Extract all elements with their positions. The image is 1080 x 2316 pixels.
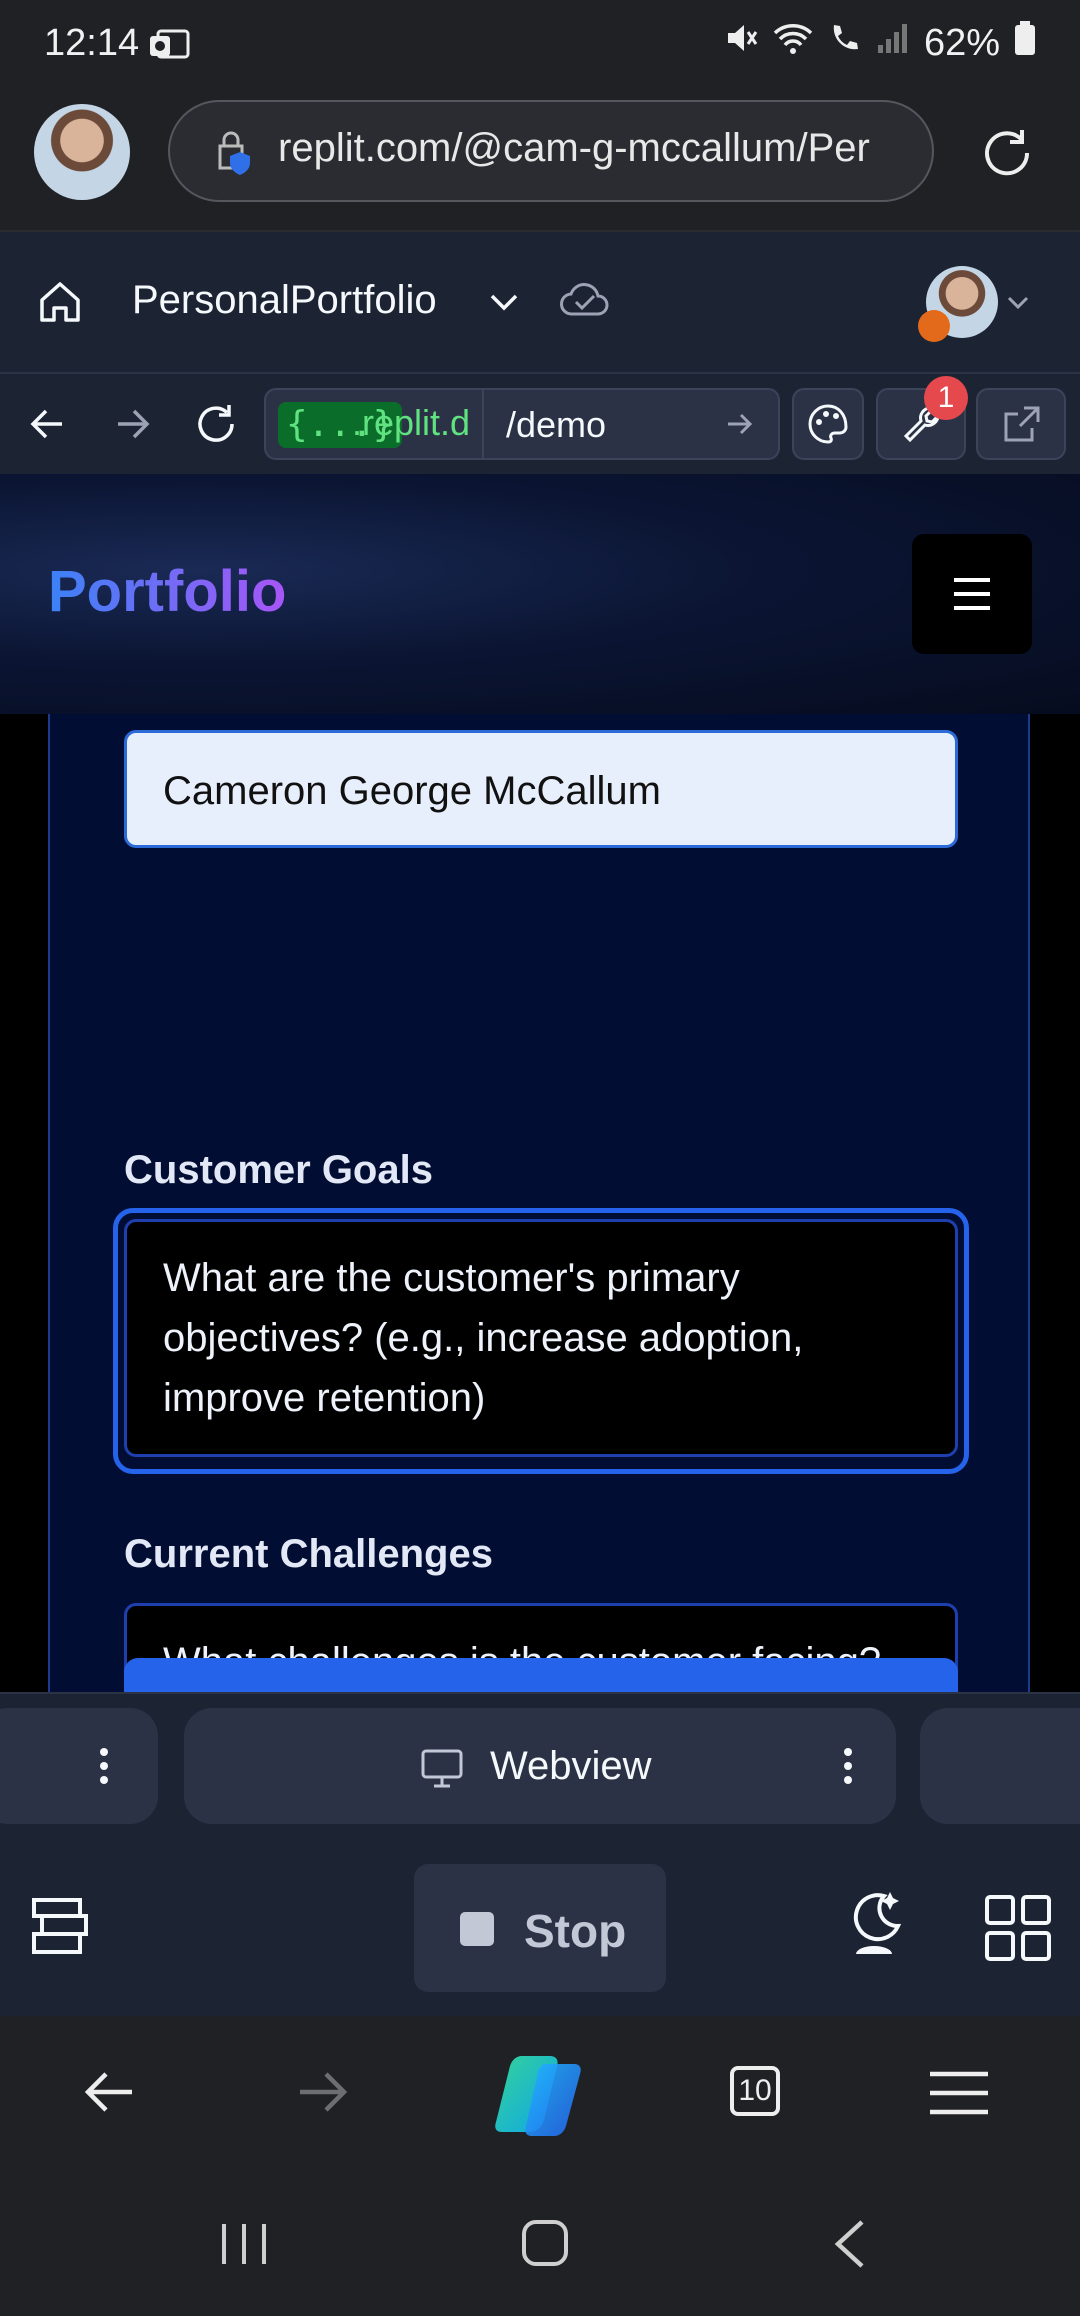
- dev-domain: .replit.d: [352, 402, 471, 443]
- stop-button[interactable]: Stop: [414, 1864, 666, 1992]
- home-icon[interactable]: [36, 278, 84, 331]
- tab-count[interactable]: 10: [730, 2066, 780, 2116]
- submit-button[interactable]: [124, 1658, 958, 1692]
- workspace-layers-icon[interactable]: [28, 1894, 92, 1963]
- divider: [482, 390, 484, 458]
- wifi-calling-icon: [828, 21, 862, 65]
- browser-back-icon[interactable]: [82, 2068, 136, 2121]
- outlook-icon: [148, 28, 190, 67]
- copilot-icon[interactable]: [492, 2050, 588, 2145]
- system-nav-bar: [0, 2172, 1080, 2316]
- refresh-icon[interactable]: [192, 400, 240, 453]
- home-button-icon[interactable]: [520, 2218, 570, 2273]
- battery-icon: [1014, 20, 1036, 66]
- back-icon[interactable]: [26, 402, 70, 451]
- address-bar[interactable]: replit.com/@cam-g-mccallum/Per: [168, 100, 934, 202]
- project-name[interactable]: PersonalPortfolio: [132, 278, 437, 323]
- form-card: Cameron George McCallum Customer Goals W…: [48, 714, 1030, 1692]
- devtools-badge: 1: [924, 376, 968, 420]
- tab-webview[interactable]: Webview: [184, 1708, 896, 1824]
- devtools-button[interactable]: 1: [876, 376, 968, 460]
- clock: 12:14: [44, 22, 140, 64]
- browser-toolbar: replit.com/@cam-g-mccallum/Per: [0, 92, 1080, 232]
- recent-apps-icon[interactable]: [220, 2220, 268, 2273]
- replit-bottom-bar: Stop: [0, 1840, 1080, 2016]
- chevron-down-icon[interactable]: [486, 284, 522, 325]
- path-input[interactable]: /demo: [506, 404, 606, 446]
- tab-options-icon[interactable]: [842, 1746, 854, 1791]
- palette-icon: [806, 402, 850, 451]
- stop-label: Stop: [524, 1905, 627, 1957]
- hamburger-icon: [952, 576, 992, 617]
- goals-textarea[interactable]: What are the customer's primary objectiv…: [124, 1219, 958, 1457]
- status-icons: 62%: [724, 20, 1036, 66]
- name-field[interactable]: Cameron George McCallum: [124, 730, 958, 848]
- stop-icon: [460, 1912, 494, 1946]
- tab-options-icon[interactable]: [98, 1746, 110, 1791]
- webview-toolbar: {...} .replit.d /demo 1: [0, 374, 1080, 476]
- ai-assistant-icon[interactable]: [844, 1888, 908, 1965]
- account-chevron-icon[interactable]: [1004, 288, 1032, 321]
- replit-header: PersonalPortfolio: [0, 232, 1080, 374]
- open-new-tab-button[interactable]: [976, 388, 1066, 460]
- webview-content: Cameron George McCallum Customer Goals W…: [0, 474, 1080, 1692]
- profile-avatar[interactable]: [34, 104, 130, 200]
- theme-button[interactable]: [792, 388, 864, 460]
- go-arrow-icon[interactable]: [724, 408, 756, 445]
- system-back-icon[interactable]: [830, 2218, 870, 2275]
- monitor-icon: [420, 1746, 464, 1795]
- challenges-label: Current Challenges: [124, 1532, 493, 1576]
- tab-previous[interactable]: [0, 1708, 158, 1824]
- tab-label: Webview: [490, 1744, 652, 1788]
- menu-button[interactable]: [912, 534, 1032, 654]
- mute-icon: [724, 21, 758, 65]
- tab-next[interactable]: [920, 1708, 1080, 1824]
- battery-percent: 62%: [923, 21, 1000, 64]
- status-bar: 12:14 62%: [0, 0, 1080, 92]
- forward-icon[interactable]: [110, 402, 154, 451]
- replit-tab-strip: Webview: [0, 1692, 1080, 1842]
- external-link-icon: [1002, 404, 1042, 449]
- site-header: Portfolio: [0, 474, 1080, 714]
- url-text: replit.com/@cam-g-mccallum/Per: [278, 126, 870, 170]
- cloud-saved-icon: [558, 280, 610, 325]
- site-logo[interactable]: Portfolio: [48, 558, 286, 625]
- wifi-icon: [772, 21, 814, 65]
- status-badge: [918, 310, 950, 342]
- reload-icon[interactable]: [978, 124, 1036, 187]
- site-security-icon[interactable]: [210, 128, 260, 183]
- hamburger-menu-icon[interactable]: [928, 2070, 990, 2121]
- goals-label: Customer Goals: [124, 1148, 433, 1192]
- apps-grid-icon[interactable]: [984, 1894, 1052, 1967]
- webview-url-field[interactable]: {...} .replit.d /demo: [264, 388, 780, 460]
- signal-icon: [876, 21, 910, 65]
- browser-nav-bar: 10: [0, 2016, 1080, 2172]
- browser-forward-icon[interactable]: [296, 2068, 350, 2121]
